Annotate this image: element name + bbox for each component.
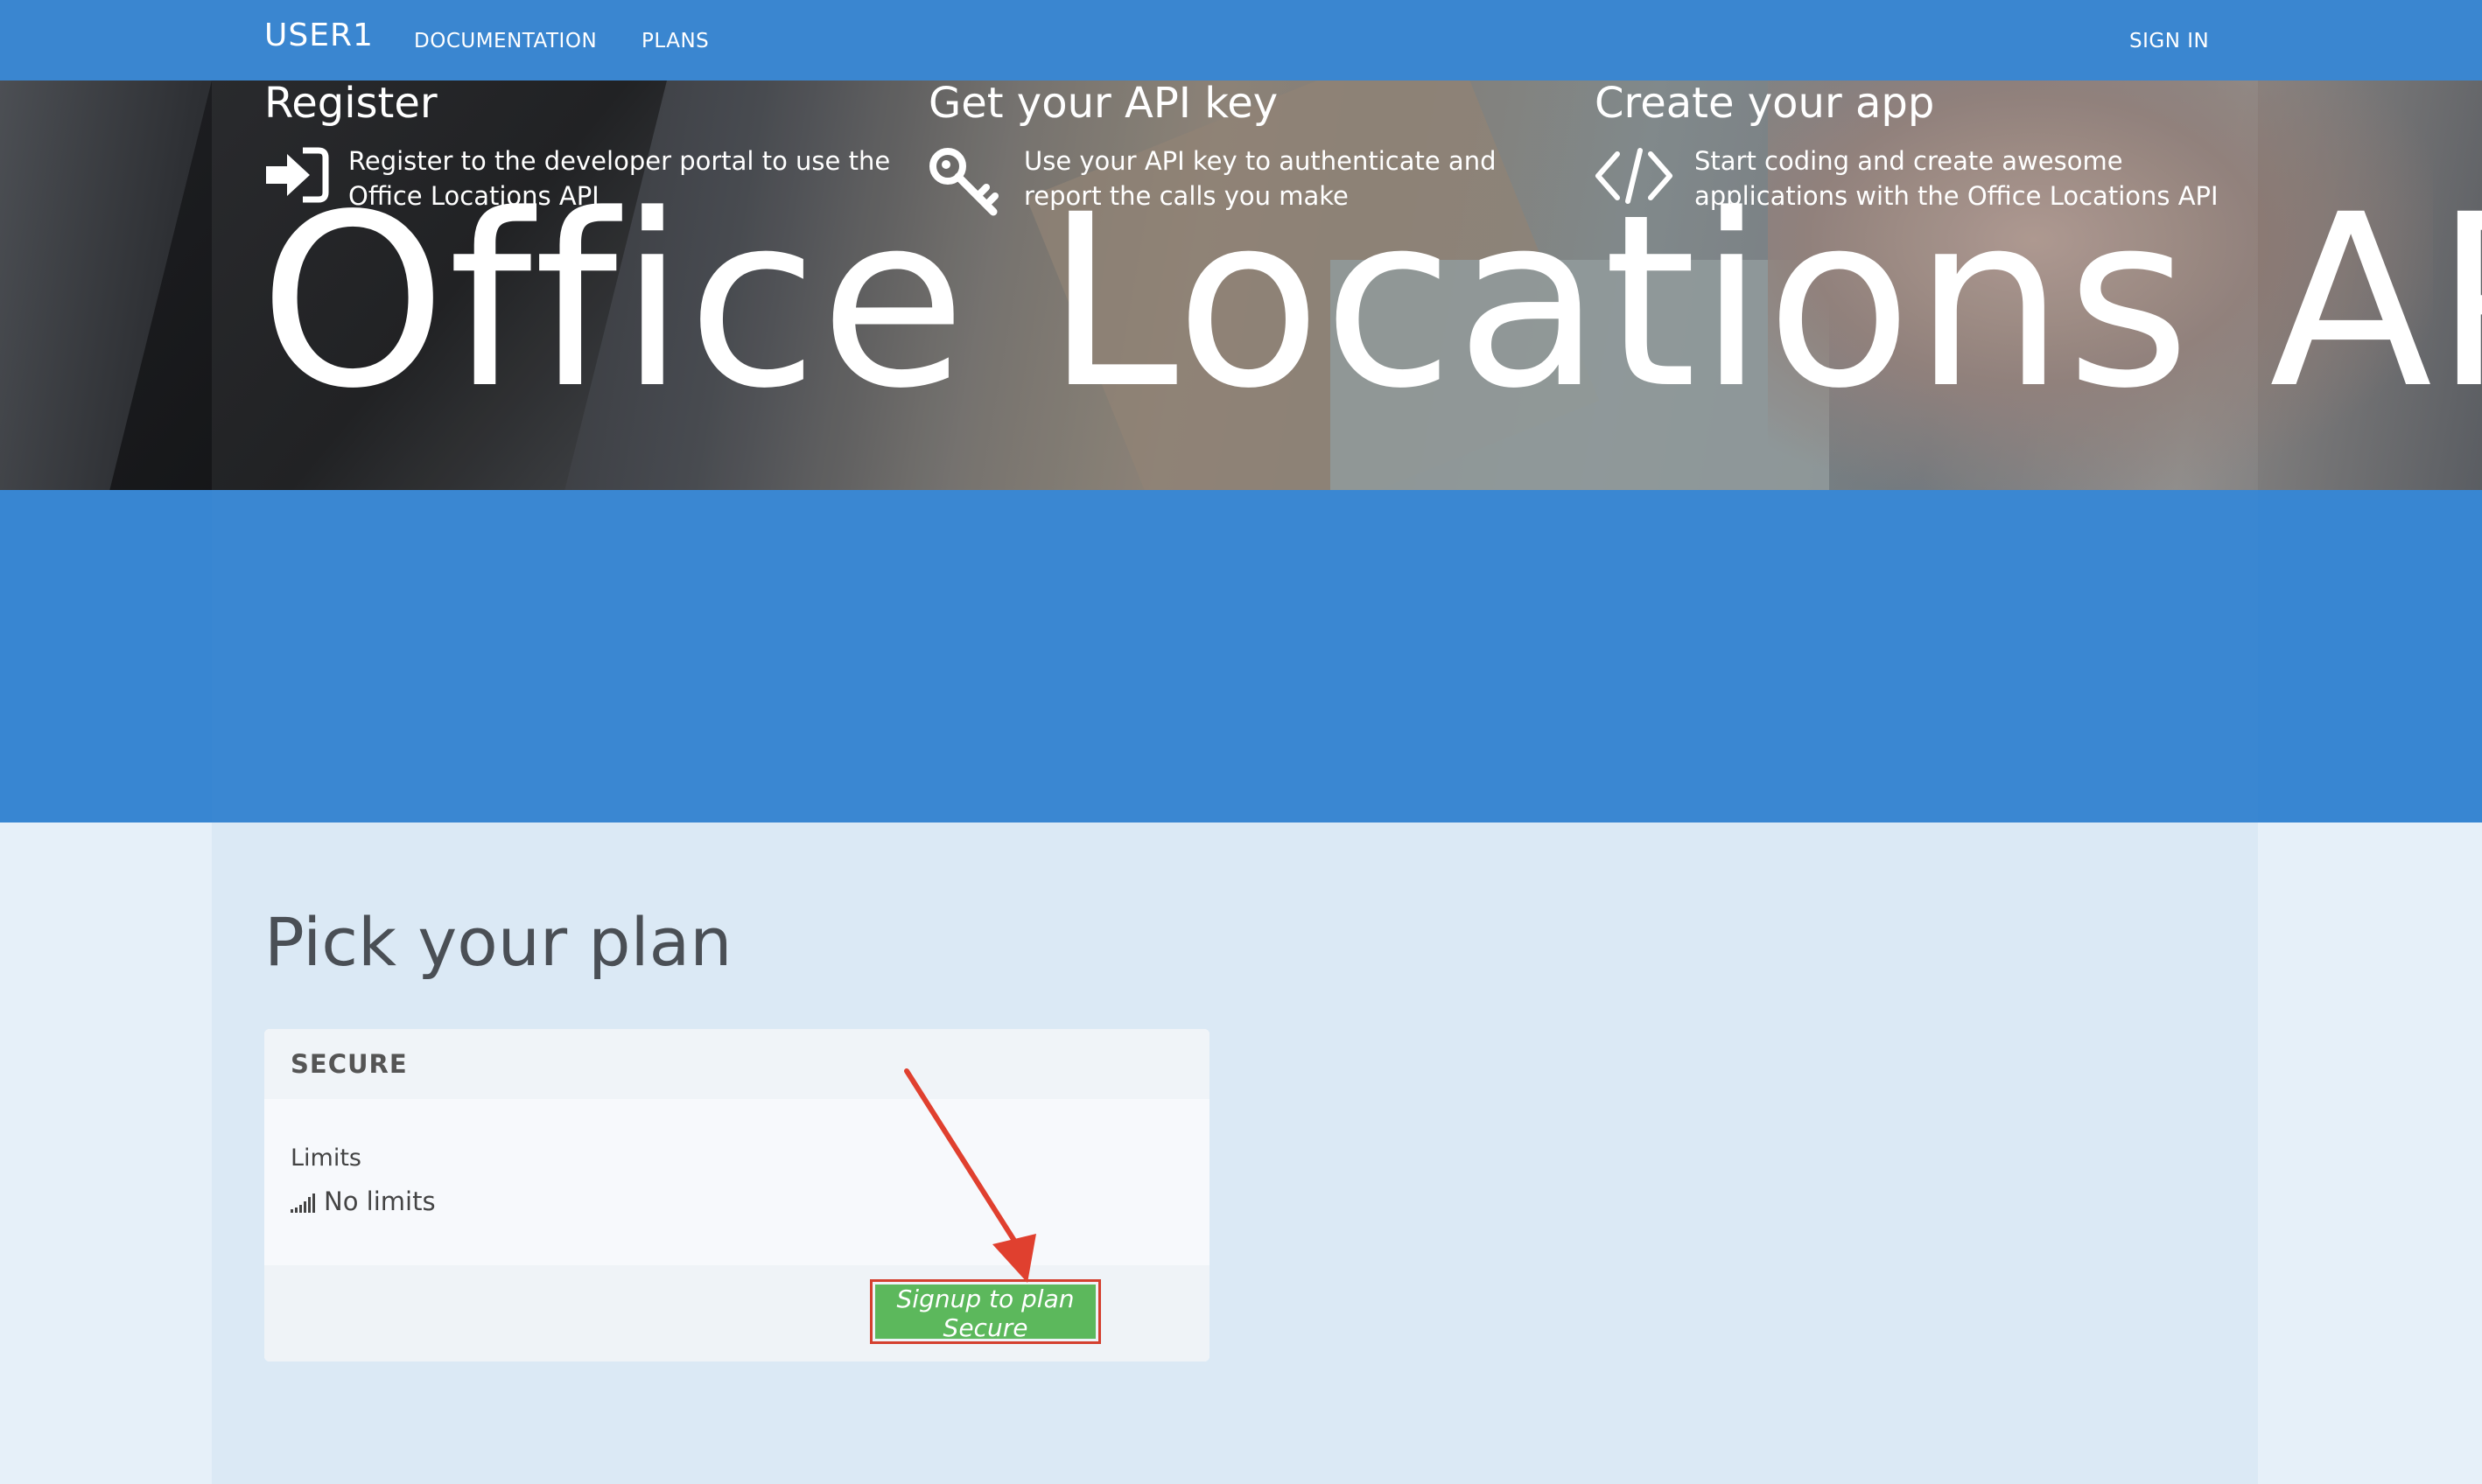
code-icon (1595, 147, 1673, 208)
key-icon (929, 147, 1002, 220)
step-line-1: Start coding and create awesome (1694, 146, 2123, 176)
step-line-2: applications with the Office Locations A… (1694, 181, 2219, 211)
step-line-1: Use your API key to authenticate and (1024, 146, 1497, 176)
nav-plans-link[interactable]: PLANS (642, 30, 709, 52)
steps-inner (212, 490, 2258, 822)
plan-card-footer: Signup to plan Secure (264, 1265, 1209, 1362)
step-row: Use your API key to authenticate and rep… (929, 144, 1497, 216)
step-register: Register Register to the developer porta… (264, 79, 890, 214)
step-api-key: Get your API key Use your API key to aut… (929, 79, 1497, 216)
hero-title: Office Locations API (259, 164, 2482, 441)
step-line-1: Register to the developer portal to use … (348, 146, 891, 176)
step-title: Register (264, 79, 438, 128)
step-row: Register to the developer portal to use … (264, 144, 890, 214)
step-row: Start coding and create awesome applicat… (1595, 144, 2219, 214)
step-line-2: Office Locations API (348, 181, 599, 211)
top-navbar: USER1 DOCUMENTATION PLANS SIGN IN (0, 0, 2482, 80)
nav-documentation-link[interactable]: DOCUMENTATION (414, 30, 597, 52)
page: USER1 DOCUMENTATION PLANS SIGN IN Office… (0, 0, 2482, 1484)
sign-in-icon (264, 147, 329, 206)
step-title: Create your app (1595, 79, 1935, 128)
step-create-app: Create your app Start coding and create … (1595, 79, 2219, 214)
steps-band (0, 490, 2482, 822)
plan-name: SECURE (291, 1049, 408, 1079)
limits-label: Limits (291, 1144, 361, 1172)
section-title: Pick your plan (264, 903, 733, 981)
step-line-2: report the calls you make (1024, 181, 1349, 211)
signup-plan-button[interactable]: Signup to plan Secure (875, 1284, 1096, 1342)
brand-link[interactable]: USER1 (264, 18, 374, 53)
limits-row: No limits (291, 1186, 436, 1216)
plan-card-header: SECURE (264, 1029, 1209, 1099)
plan-card-body: Limits No limits (264, 1099, 1209, 1265)
annotation-arrow-icon (904, 1068, 1036, 1283)
nav-sign-in-link[interactable]: SIGN IN (2129, 30, 2209, 52)
left-gutter (0, 822, 212, 1484)
step-title: Get your API key (929, 79, 1279, 128)
limits-value: No limits (324, 1186, 436, 1216)
right-gutter (2258, 822, 2482, 1484)
signal-bars-icon (291, 1194, 317, 1216)
plan-card-secure: SECURE Limits No limits Signup to plan S… (264, 1029, 1209, 1362)
